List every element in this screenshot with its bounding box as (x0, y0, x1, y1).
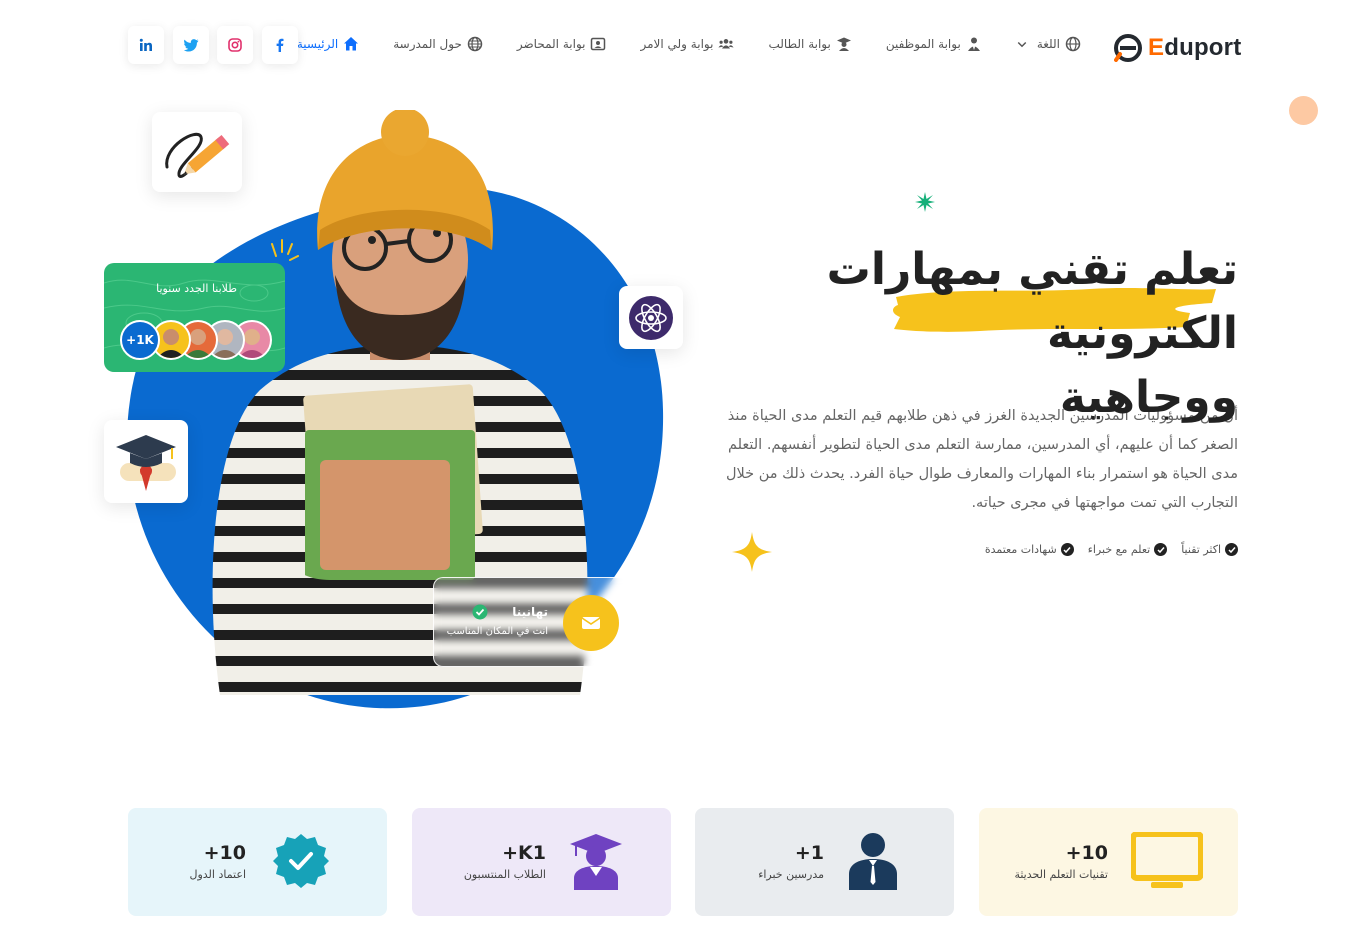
stat-label: اعتماد الدول (189, 868, 246, 881)
instagram-button[interactable] (217, 26, 253, 64)
congrats-card: تهانينا انت في المكان المناسب (433, 577, 637, 667)
nav-about-school[interactable]: حول المدرسة (393, 36, 483, 52)
users-icon (718, 39, 735, 49)
linkedin-button[interactable] (128, 26, 164, 64)
logo-icon (1114, 34, 1142, 62)
check-circle-icon (1225, 543, 1238, 556)
students-count-badge: +1K (120, 320, 160, 360)
globe-icon (467, 36, 483, 52)
user-tie-icon (967, 37, 980, 51)
graduation-card (104, 420, 188, 503)
students-card-title: طلابنا الجدد سنويا (156, 282, 237, 295)
check-circle-icon (1154, 543, 1168, 556)
twitter-button[interactable] (173, 26, 209, 64)
science-card (619, 286, 683, 349)
stat-label: مدرسين خبراء (758, 868, 824, 881)
envelope-icon (581, 617, 601, 629)
monitor-icon (1131, 832, 1203, 888)
chevron-down-icon (1017, 41, 1027, 48)
mail-button[interactable] (563, 595, 619, 651)
nav-student-portal[interactable]: بوابة الطالب (768, 36, 851, 52)
graduate-icon (836, 37, 851, 51)
facebook-icon (276, 38, 284, 52)
facebook-button[interactable] (262, 26, 298, 64)
congrats-title: تهانينا (512, 605, 548, 619)
hero-title-line2: ووجاهية (1059, 372, 1238, 423)
globe-icon (1065, 36, 1081, 52)
nav-language-dropdown[interactable]: اللغة (1016, 36, 1081, 52)
pencil-icon (165, 132, 230, 179)
star-green-icon (915, 192, 935, 212)
instagram-icon (228, 38, 242, 52)
stat-value: 1+ (794, 842, 824, 864)
badge-check-icon (273, 834, 329, 888)
brand-logo[interactable]: Eduport (1114, 30, 1242, 66)
pencil-card (152, 112, 242, 192)
star-yellow-icon (732, 532, 772, 572)
stat-card-teachers: 1+ مدرسين خبراء (695, 808, 954, 916)
stat-card-technologies: 10+ تقنيات التعلم الحديثة (979, 808, 1238, 916)
feature-item: تعلم مع خبراء (1088, 543, 1168, 556)
check-circle-icon (1060, 543, 1074, 556)
stat-label: الطلاب المنتسبون (463, 868, 546, 881)
stat-card-students: K1+ الطلاب المنتسبون (412, 808, 671, 916)
atom-icon (629, 295, 673, 340)
verified-icon (472, 604, 488, 620)
main-navigation: الرئيسية حول المدرسة بوابة المحاضر بوابة… (297, 36, 1081, 52)
nav-parent-portal[interactable]: بوابة ولي الامر (640, 36, 735, 52)
stat-card-countries: 10+ اعتماد الدول (128, 808, 387, 916)
graduation-cap-icon (116, 434, 176, 491)
nav-home[interactable]: الرئيسية (297, 36, 359, 52)
hero-features: شهادات معتمدة تعلم مع خبراء اكثر تقنياً (985, 543, 1238, 556)
home-icon (344, 37, 359, 51)
decorative-dot (1289, 96, 1318, 125)
id-card-icon (591, 37, 606, 51)
linkedin-icon (139, 38, 152, 51)
nav-lecturer-portal[interactable]: بوابة المحاضر (517, 36, 607, 52)
stat-value: 10+ (203, 842, 246, 864)
teacher-icon (849, 833, 897, 890)
brand-name: Eduport (1148, 34, 1242, 61)
feature-item: اكثر تقنياً (1181, 543, 1238, 556)
nav-staff-portal[interactable]: بوابة الموظفين (886, 36, 982, 52)
stat-value: K1+ (502, 842, 546, 864)
stat-value: 10+ (1065, 842, 1108, 864)
twitter-icon (183, 38, 198, 51)
graduate-icon (570, 834, 622, 890)
congrats-subtitle: انت في المكان المناسب (446, 626, 548, 637)
feature-item: شهادات معتمدة (985, 543, 1074, 556)
stat-label: تقنيات التعلم الحديثة (1014, 868, 1108, 881)
